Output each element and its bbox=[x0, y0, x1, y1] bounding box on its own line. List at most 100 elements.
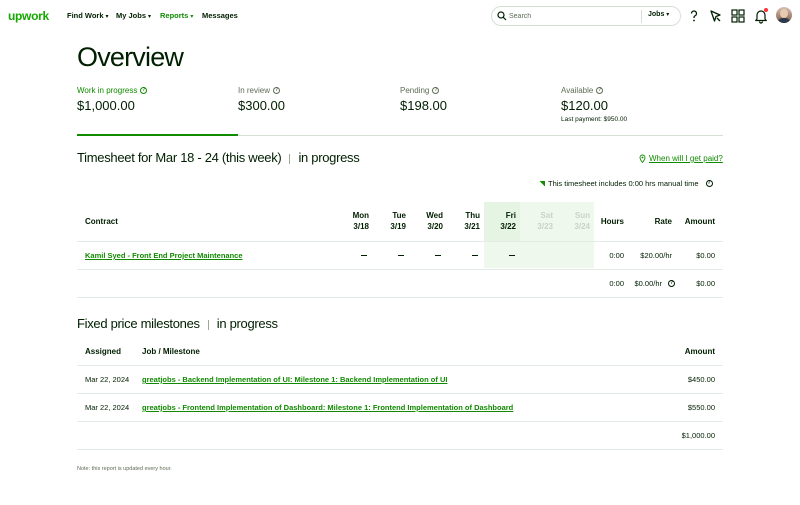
total-rate-text: $0.00/hr bbox=[634, 279, 662, 288]
col-hours: Hours bbox=[600, 217, 624, 226]
table-divider bbox=[77, 365, 723, 366]
ms-assigned: Mar 22, 2024 bbox=[85, 375, 130, 384]
table-row: greatjobs - Backend Implementation of UI… bbox=[142, 375, 447, 384]
nav-reports-label: Reports bbox=[160, 11, 189, 20]
day-name: Mon bbox=[352, 211, 369, 220]
stat-label-text: Available bbox=[561, 86, 594, 95]
timesheet-title-text: Timesheet for Mar 18 - 24 (this week) bbox=[77, 150, 282, 165]
row-amount: $0.00 bbox=[696, 251, 715, 260]
total-amount: $0.00 bbox=[696, 279, 715, 288]
empty-hours-tue bbox=[398, 255, 404, 256]
row-rate: $20.00/hr bbox=[640, 251, 672, 260]
total-hours: 0:00 bbox=[609, 279, 624, 288]
day-name: Fri bbox=[505, 211, 516, 220]
page-title: Overview bbox=[77, 42, 184, 72]
question-circle-icon[interactable]: ? bbox=[432, 87, 440, 94]
stat-value: $120.00 bbox=[561, 98, 608, 113]
last-payment: Last payment: $950.00 bbox=[561, 116, 628, 123]
nav-messages[interactable]: Messages bbox=[202, 11, 238, 20]
search-icon[interactable] bbox=[497, 11, 507, 21]
stat-label: Pending? bbox=[400, 86, 560, 95]
milestones-title-text: Fixed price milestones bbox=[77, 316, 200, 331]
apps-grid-icon[interactable] bbox=[730, 8, 746, 24]
search-scope-select[interactable]: Jobs ▾ bbox=[648, 11, 669, 18]
table-divider bbox=[77, 241, 723, 242]
stat-in-review[interactable]: In review? $300.00 bbox=[238, 86, 398, 113]
col-mon: Mon 3/18 bbox=[346, 211, 369, 231]
contract-link[interactable]: Kamil Syed - Front End Project Maintenan… bbox=[85, 251, 243, 260]
col-ms-amount: Amount bbox=[684, 347, 715, 356]
day-date: 3/23 bbox=[537, 222, 553, 231]
nav-my-jobs-label: My Jobs bbox=[116, 11, 147, 20]
col-amount: Amount bbox=[684, 217, 715, 226]
day-date: 3/22 bbox=[500, 222, 516, 231]
ms-assigned: Mar 22, 2024 bbox=[85, 403, 130, 412]
question-circle-icon[interactable]: ? bbox=[705, 180, 713, 187]
question-circle-icon[interactable]: ? bbox=[273, 87, 281, 94]
search-input[interactable] bbox=[509, 10, 629, 22]
stat-work-in-progress[interactable]: Work in progress? $1,000.00 bbox=[77, 86, 237, 113]
timesheet-status: in progress bbox=[298, 150, 360, 165]
manual-time-note-text: This timesheet includes 0:00 hrs manual … bbox=[548, 179, 699, 188]
col-rate: Rate bbox=[654, 217, 672, 226]
location-pin-icon bbox=[639, 154, 646, 163]
title-separator bbox=[289, 153, 291, 164]
notification-badge bbox=[764, 8, 768, 12]
stat-label: Available? bbox=[561, 86, 721, 95]
title-separator bbox=[207, 319, 209, 330]
footnote: Note: this report is updated every hour. bbox=[77, 466, 172, 472]
chevron-down-icon: ▾ bbox=[148, 14, 152, 20]
flag-icon bbox=[539, 180, 545, 187]
active-stat-indicator bbox=[77, 134, 238, 136]
question-circle-icon[interactable]: ? bbox=[596, 87, 604, 94]
milestone-link[interactable]: greatjobs - Backend Implementation of UI… bbox=[142, 375, 447, 384]
stat-label: Work in progress? bbox=[77, 86, 237, 95]
when-paid-link-text: When will I get paid? bbox=[649, 154, 723, 163]
chevron-down-icon: ▾ bbox=[105, 14, 109, 20]
day-date: 3/18 bbox=[353, 222, 369, 231]
upwork-logo[interactable]: upwork bbox=[8, 9, 49, 23]
day-date: 3/21 bbox=[464, 222, 480, 231]
empty-hours-fri bbox=[509, 255, 515, 256]
stat-label-text: Pending bbox=[400, 86, 430, 95]
stat-value: $300.00 bbox=[238, 98, 285, 113]
col-assigned: Assigned bbox=[85, 347, 122, 356]
table-row: greatjobs - Frontend Implementation of D… bbox=[142, 403, 513, 412]
col-sat: Sat 3/23 bbox=[530, 211, 553, 231]
col-job-milestone: Job / Milestone bbox=[142, 347, 200, 356]
table-divider bbox=[77, 449, 723, 450]
nav-my-jobs[interactable]: My Jobs ▾ bbox=[116, 11, 151, 20]
notifications-button[interactable] bbox=[753, 8, 769, 24]
stat-pending[interactable]: Pending? $198.00 bbox=[400, 86, 560, 113]
when-paid-link[interactable]: When will I get paid? bbox=[639, 154, 723, 163]
empty-hours-mon bbox=[361, 255, 367, 256]
top-nav: upwork Find Work ▾ My Jobs ▾ Reports ▾ Mess… bbox=[0, 0, 800, 32]
stat-label-text: In review bbox=[238, 86, 271, 95]
day-date: 3/24 bbox=[574, 222, 590, 231]
avatar[interactable] bbox=[776, 7, 792, 23]
nav-find-work[interactable]: Find Work ▾ bbox=[67, 11, 109, 20]
stat-label: In review? bbox=[238, 86, 398, 95]
day-date: 3/19 bbox=[390, 222, 406, 231]
stat-value: $1,000.00 bbox=[77, 98, 135, 113]
question-circle-icon[interactable]: ? bbox=[140, 87, 148, 94]
total-rate: $0.00/hr? bbox=[630, 279, 675, 288]
direct-contracts-icon[interactable] bbox=[708, 8, 724, 24]
ms-amount: $450.00 bbox=[687, 375, 715, 384]
table-divider bbox=[77, 269, 723, 270]
question-circle-icon[interactable]: ? bbox=[668, 280, 675, 287]
search-bar: Jobs ▾ bbox=[491, 6, 681, 26]
col-sun: Sun 3/24 bbox=[567, 211, 590, 231]
row-hours: 0:00 bbox=[609, 251, 624, 260]
col-thu: Thu 3/21 bbox=[457, 211, 480, 231]
chevron-down-icon: ▾ bbox=[666, 12, 670, 18]
milestone-link[interactable]: greatjobs - Frontend Implementation of D… bbox=[142, 403, 513, 412]
empty-hours-thu bbox=[472, 255, 478, 256]
stat-label-text: Work in progress bbox=[77, 86, 138, 95]
avatar-face bbox=[780, 9, 788, 18]
stat-available[interactable]: Available? $120.00 Last payment: $950.00 bbox=[561, 86, 721, 123]
help-icon[interactable] bbox=[686, 8, 702, 24]
timesheet-title: Timesheet for Mar 18 - 24 (this week) in … bbox=[77, 150, 360, 165]
day-name: Wed bbox=[426, 211, 443, 220]
nav-reports[interactable]: Reports ▾ bbox=[160, 11, 193, 20]
